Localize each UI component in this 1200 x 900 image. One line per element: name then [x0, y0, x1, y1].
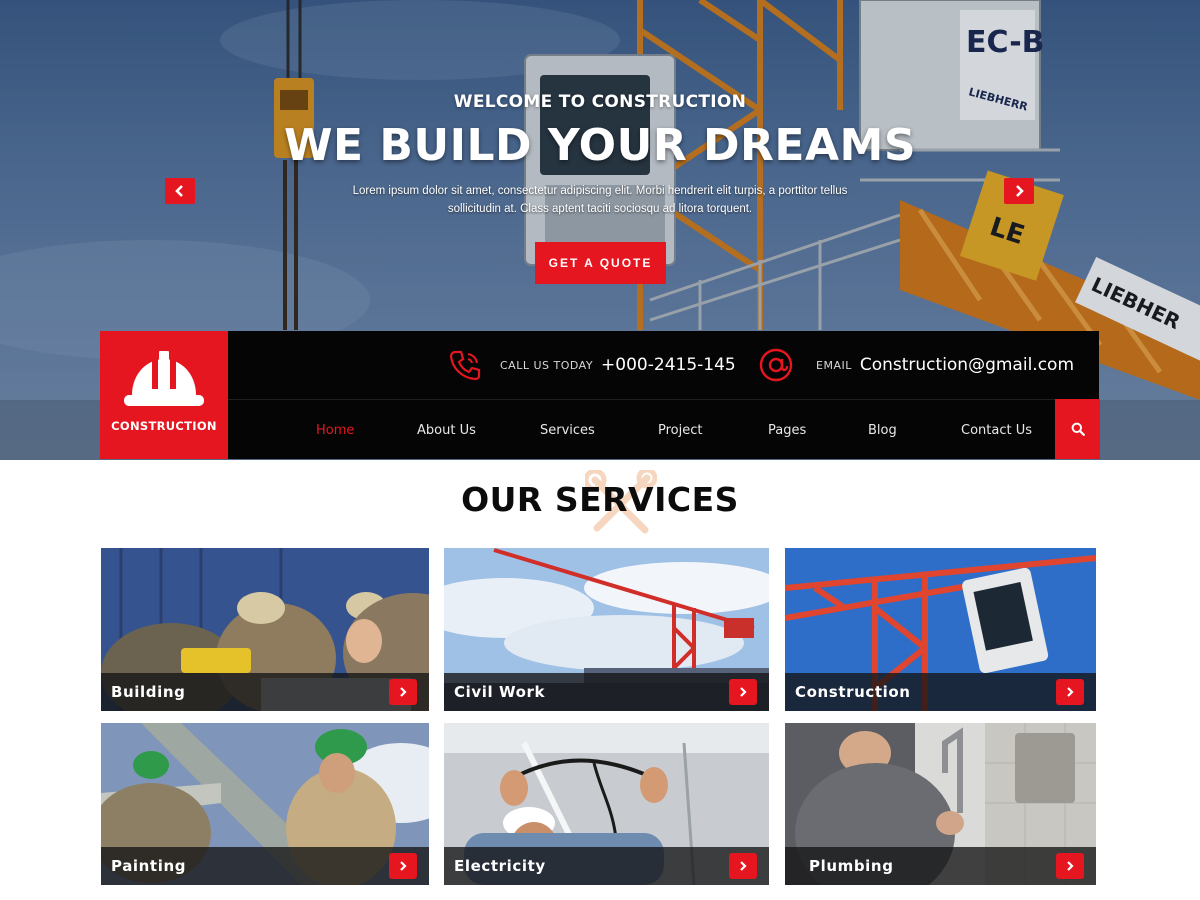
nav-item-blog[interactable]: Blog [868, 400, 897, 460]
slider-prev-button[interactable] [165, 178, 195, 204]
card-label: Painting [111, 857, 187, 875]
phone-contact[interactable]: CALL US TODAY +000-2415-145 [448, 331, 736, 399]
card-label: Electricity [454, 857, 546, 875]
card-caption: Plumbing [785, 847, 1096, 885]
card-label: Building [111, 683, 186, 701]
hero-pretitle: WELCOME TO CONSTRUCTION [453, 92, 747, 112]
contact-info-bar: CALL US TODAY +000-2415-145 EMAIL Constr… [228, 331, 1099, 399]
phone-number[interactable]: +000-2415-145 [601, 355, 736, 375]
service-card-civil-work[interactable]: Civil Work [444, 548, 769, 711]
search-icon [1071, 422, 1085, 436]
email-label: EMAIL [816, 358, 852, 372]
card-label: Plumbing [809, 857, 894, 875]
service-card-electricity[interactable]: Electricity [444, 723, 769, 885]
at-sign-icon [759, 348, 793, 382]
search-button[interactable] [1055, 399, 1100, 459]
card-caption: Building [101, 673, 429, 711]
card-label: Construction [795, 683, 911, 701]
hero-description: Lorem ipsum dolor sit amet, consectetur … [352, 185, 848, 215]
logo-text: CONSTRUCTION [111, 419, 217, 433]
get-a-quote-button[interactable]: GET A QUOTE [535, 242, 666, 284]
nav-item-services[interactable]: Services [540, 400, 595, 460]
chevron-right-icon [1067, 687, 1074, 697]
phone-label: CALL US TODAY [500, 358, 594, 372]
nav-item-pages[interactable]: Pages [768, 400, 806, 460]
card-caption: Painting [101, 847, 429, 885]
chevron-right-icon [1067, 861, 1074, 871]
hero-title: WE BUILD YOUR DREAMS [283, 120, 917, 171]
card-arrow-button[interactable] [389, 679, 417, 705]
card-caption: Construction [785, 673, 1096, 711]
card-arrow-button[interactable] [729, 853, 757, 879]
site-logo[interactable]: CONSTRUCTION [100, 331, 228, 459]
card-label: Civil Work [454, 683, 546, 701]
hard-hat-icon [124, 351, 204, 406]
card-arrow-button[interactable] [389, 853, 417, 879]
nav-item-contact-us[interactable]: Contact Us [961, 400, 1032, 460]
nav-item-project[interactable]: Project [658, 400, 702, 460]
card-caption: Electricity [444, 847, 769, 885]
nav-item-home[interactable]: Home [316, 400, 354, 460]
service-card-building[interactable]: Building [101, 548, 429, 711]
main-navigation: Home About Us Services Project Pages Blo… [228, 399, 1099, 459]
slider-next-button[interactable] [1004, 178, 1034, 204]
service-card-plumbing[interactable]: Plumbing [785, 723, 1096, 885]
nav-item-about-us[interactable]: About Us [417, 400, 476, 460]
chevron-left-icon [175, 185, 183, 197]
chevron-right-icon [1016, 185, 1024, 197]
chevron-right-icon [400, 687, 407, 697]
chevron-right-icon [400, 861, 407, 871]
service-card-painting[interactable]: Painting [101, 723, 429, 885]
card-arrow-button[interactable] [729, 679, 757, 705]
service-card-construction[interactable]: Construction [785, 548, 1096, 711]
services-title: OUR SERVICES [461, 480, 739, 519]
card-arrow-button[interactable] [1056, 853, 1084, 879]
email-contact[interactable]: EMAIL Construction@gmail.com [758, 331, 1074, 399]
phone-icon [449, 350, 481, 381]
card-caption: Civil Work [444, 673, 769, 711]
email-address[interactable]: Construction@gmail.com [860, 355, 1074, 375]
chevron-right-icon [740, 861, 747, 871]
card-arrow-button[interactable] [1056, 679, 1084, 705]
chevron-right-icon [740, 687, 747, 697]
